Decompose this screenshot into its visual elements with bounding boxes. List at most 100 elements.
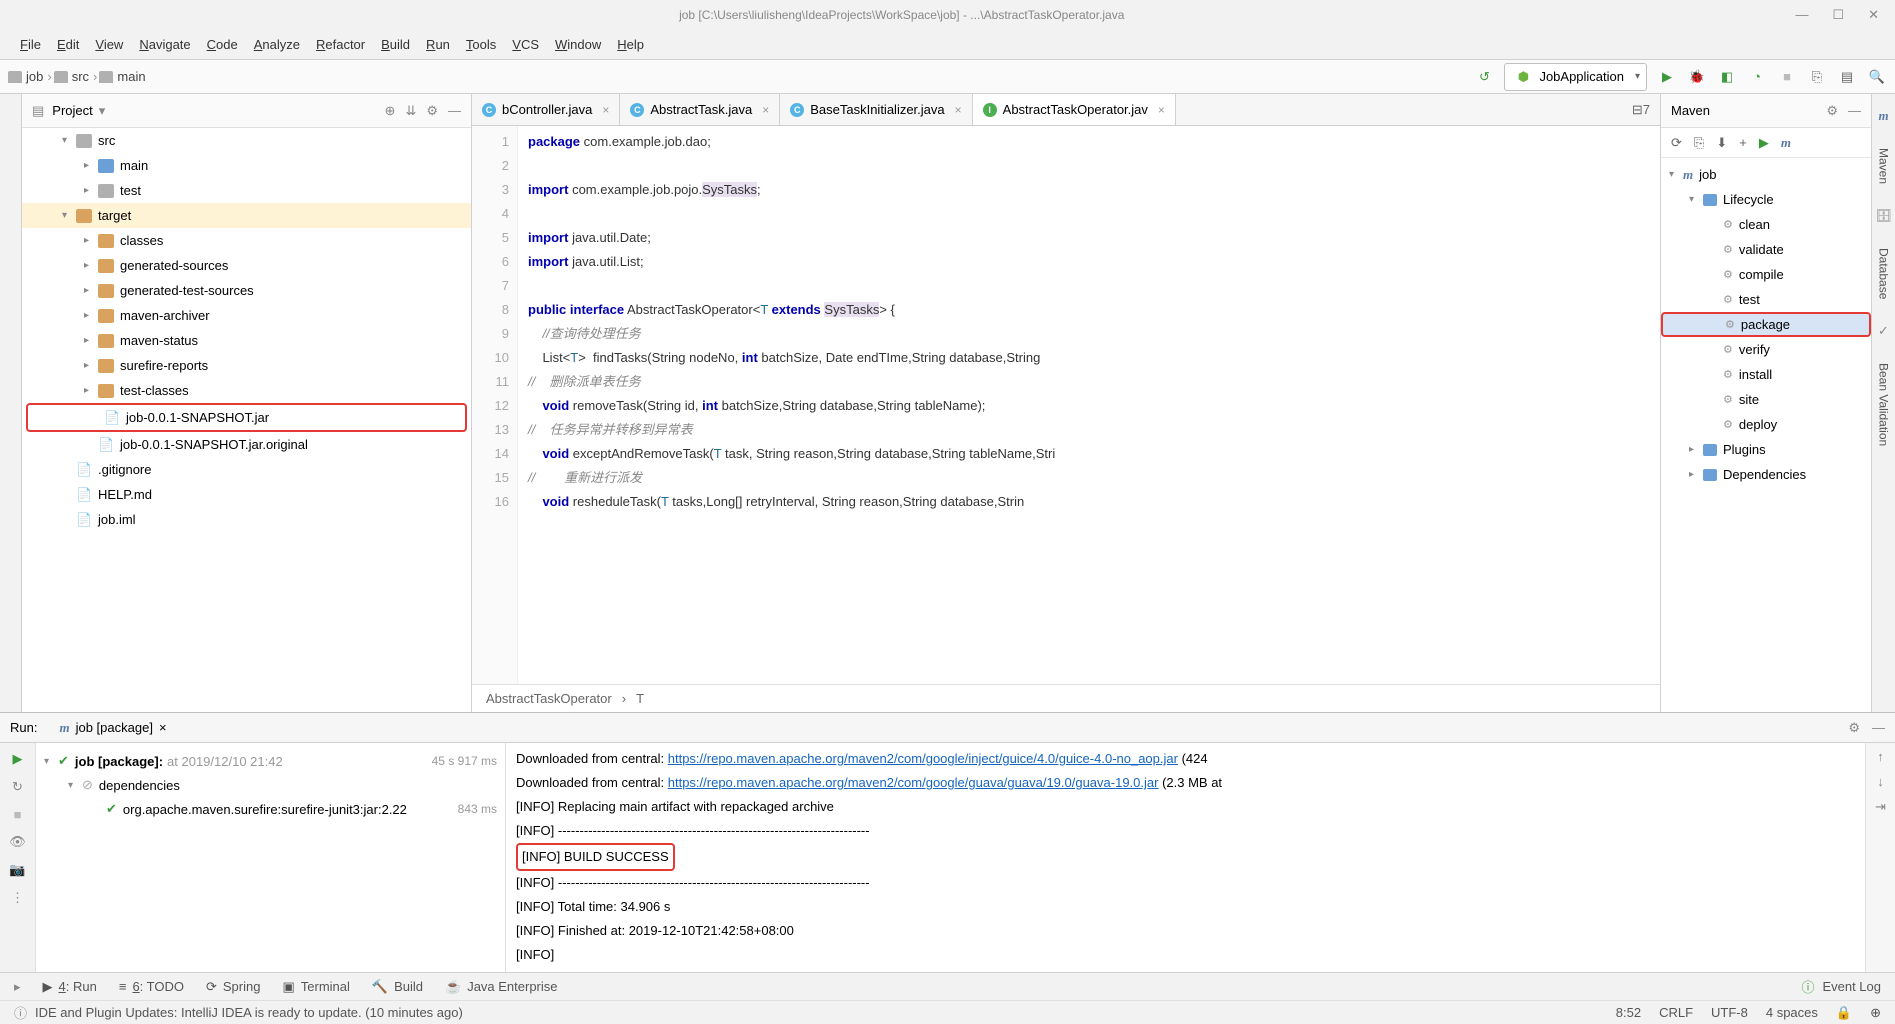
tab-maven[interactable]: Maven bbox=[1877, 148, 1891, 184]
breadcrumb-class[interactable]: AbstractTaskOperator bbox=[486, 691, 612, 706]
attach-icon[interactable]: ⎘ bbox=[1807, 67, 1827, 87]
camera-icon[interactable]: 📷 bbox=[9, 862, 25, 878]
wrap-icon[interactable]: ⇥ bbox=[1875, 799, 1886, 815]
maven-install[interactable]: ⚙install bbox=[1661, 362, 1871, 387]
problems-count[interactable]: ⊟7 bbox=[1622, 102, 1660, 118]
dropdown-icon[interactable]: ▾ bbox=[99, 103, 106, 119]
tab-abstracttaskoperator-jav[interactable]: IAbstractTaskOperator.jav× bbox=[973, 94, 1176, 125]
refresh-icon[interactable]: ↺ bbox=[1474, 67, 1494, 87]
breadcrumb-type[interactable]: T bbox=[636, 691, 644, 706]
tree-item-job-iml[interactable]: 📄job.iml bbox=[22, 507, 471, 532]
close-icon[interactable]: × bbox=[955, 103, 962, 117]
maven-site[interactable]: ⚙site bbox=[1661, 387, 1871, 412]
hide-icon[interactable]: — bbox=[1848, 103, 1861, 119]
breadcrumb-src[interactable]: src bbox=[54, 69, 89, 84]
coverage-icon[interactable]: ◧ bbox=[1717, 67, 1737, 87]
database-icon[interactable]: 🗄 bbox=[1875, 208, 1892, 224]
event-log-label[interactable]: Event Log bbox=[1822, 979, 1881, 994]
close-icon[interactable]: × bbox=[762, 103, 769, 117]
maven-plugins[interactable]: ▸Plugins bbox=[1661, 437, 1871, 462]
status-right-3[interactable]: 4 spaces bbox=[1766, 1005, 1818, 1021]
maven-test[interactable]: ⚙test bbox=[1661, 287, 1871, 312]
menu-tools[interactable]: Tools bbox=[466, 37, 496, 52]
breadcrumb-job[interactable]: job bbox=[8, 69, 43, 84]
menu-analyze[interactable]: Analyze bbox=[254, 37, 300, 52]
tree-item-maven-archiver[interactable]: ▸maven-archiver bbox=[22, 303, 471, 328]
run-tree-item[interactable]: ▾✔job [package]:at 2019/12/10 21:4245 s … bbox=[44, 749, 497, 773]
maven-icon[interactable]: m bbox=[1781, 135, 1791, 151]
tree-item-target[interactable]: ▾target bbox=[22, 203, 471, 228]
status-right-0[interactable]: 8:52 bbox=[1616, 1005, 1641, 1021]
down-icon[interactable]: ↓ bbox=[1877, 774, 1884, 789]
tree-item-job-0-0-1-snapshot-jar-original[interactable]: 📄job-0.0.1-SNAPSHOT.jar.original bbox=[22, 432, 471, 457]
tool-show-icon[interactable]: ▸ bbox=[14, 979, 21, 995]
menu-build[interactable]: Build bbox=[381, 37, 410, 52]
stop-icon[interactable]: ■ bbox=[1777, 67, 1797, 87]
generate-icon[interactable]: ⎘ bbox=[1694, 135, 1704, 151]
project-tree[interactable]: ▾src▸main▸test▾target▸classes ▸generated-… bbox=[22, 128, 471, 712]
profile-icon[interactable]: ◔ bbox=[1747, 67, 1767, 87]
close-icon[interactable]: ✕ bbox=[1868, 7, 1879, 23]
tab-abstracttask-java[interactable]: CAbstractTask.java× bbox=[620, 94, 780, 125]
tool-4-run[interactable]: ▶4: Run bbox=[43, 979, 97, 995]
maximize-icon[interactable]: ☐ bbox=[1832, 7, 1844, 23]
maven-tab-icon[interactable]: m bbox=[1878, 108, 1888, 124]
menu-view[interactable]: View bbox=[95, 37, 123, 52]
bean-icon[interactable]: ✓ bbox=[1878, 323, 1889, 339]
menu-run[interactable]: Run bbox=[426, 37, 450, 52]
download-icon[interactable]: ⬇ bbox=[1716, 135, 1727, 151]
history-icon[interactable]: ↻ bbox=[12, 779, 23, 795]
tree-item--gitignore[interactable]: 📄.gitignore bbox=[22, 457, 471, 482]
menu-refactor[interactable]: Refactor bbox=[316, 37, 365, 52]
maven-clean[interactable]: ⚙clean bbox=[1661, 212, 1871, 237]
status-right-5[interactable]: ⊕ bbox=[1870, 1005, 1881, 1021]
tree-item-main[interactable]: ▸main bbox=[22, 153, 471, 178]
maven-dependencies[interactable]: ▸Dependencies bbox=[1661, 462, 1871, 487]
run-maven-icon[interactable]: ▶ bbox=[1759, 135, 1769, 151]
tree-item-help-md[interactable]: 📄HELP.md bbox=[22, 482, 471, 507]
gear-icon[interactable]: ⚙ bbox=[426, 103, 438, 119]
close-icon[interactable]: × bbox=[159, 720, 167, 735]
run-tab[interactable]: m job [package] × bbox=[51, 720, 174, 736]
menu-help[interactable]: Help bbox=[617, 37, 644, 52]
search-icon[interactable]: 🔍 bbox=[1867, 67, 1887, 87]
minimize-icon[interactable]: — bbox=[1795, 7, 1808, 23]
close-icon[interactable]: × bbox=[1158, 103, 1165, 117]
tab-bean-validation[interactable]: Bean Validation bbox=[1877, 363, 1891, 446]
add-icon[interactable]: + bbox=[1739, 135, 1747, 150]
tab-bcontroller-java[interactable]: CbController.java× bbox=[472, 94, 620, 125]
maven-verify[interactable]: ⚙verify bbox=[1661, 337, 1871, 362]
tool-terminal[interactable]: ▣Terminal bbox=[282, 979, 349, 995]
tab-database[interactable]: Database bbox=[1877, 248, 1891, 299]
tree-item-maven-status[interactable]: ▸maven-status bbox=[22, 328, 471, 353]
more-icon[interactable]: ⋮ bbox=[11, 890, 24, 906]
hide-icon[interactable]: — bbox=[1872, 720, 1885, 736]
status-right-2[interactable]: UTF-8 bbox=[1711, 1005, 1748, 1021]
console[interactable]: Downloaded from central: https://repo.ma… bbox=[506, 743, 1865, 972]
gear-icon[interactable]: ⚙ bbox=[1826, 103, 1838, 119]
maven-validate[interactable]: ⚙validate bbox=[1661, 237, 1871, 262]
tree-item-surefire-reports[interactable]: ▸surefire-reports bbox=[22, 353, 471, 378]
maven-job[interactable]: ▾mjob bbox=[1661, 162, 1871, 187]
hide-icon[interactable]: — bbox=[448, 103, 461, 119]
tab-basetaskinitializer-java[interactable]: CBaseTaskInitializer.java× bbox=[780, 94, 972, 125]
run-tree-item[interactable]: ▾⊘dependencies bbox=[44, 773, 497, 797]
debug-icon[interactable]: 🐞 bbox=[1687, 67, 1707, 87]
tree-item-test[interactable]: ▸test bbox=[22, 178, 471, 203]
close-icon[interactable]: × bbox=[602, 103, 609, 117]
menu-vcs[interactable]: VCS bbox=[512, 37, 539, 52]
tree-item-src[interactable]: ▾src bbox=[22, 128, 471, 153]
tool-spring[interactable]: ⟳Spring bbox=[206, 979, 260, 995]
target-icon[interactable]: ⊕ bbox=[385, 103, 396, 119]
tree-item-generated-test-sources[interactable]: ▸generated-test-sources bbox=[22, 278, 471, 303]
maven-tree[interactable]: ▾mjob▾Lifecycle⚙clean⚙validate⚙compile⚙t… bbox=[1661, 158, 1871, 712]
menu-window[interactable]: Window bbox=[555, 37, 601, 52]
run-tree[interactable]: ▾✔job [package]:at 2019/12/10 21:4245 s … bbox=[36, 743, 506, 972]
breadcrumb-main[interactable]: main bbox=[99, 69, 145, 84]
collapse-icon[interactable]: ⇊ bbox=[405, 103, 416, 119]
tool-java-enterprise[interactable]: ☕Java Enterprise bbox=[445, 979, 558, 995]
tree-item-classes[interactable]: ▸classes bbox=[22, 228, 471, 253]
gear-icon[interactable]: ⚙ bbox=[1848, 720, 1860, 736]
menu-code[interactable]: Code bbox=[207, 37, 238, 52]
run-icon[interactable]: ▶ bbox=[1657, 67, 1677, 87]
